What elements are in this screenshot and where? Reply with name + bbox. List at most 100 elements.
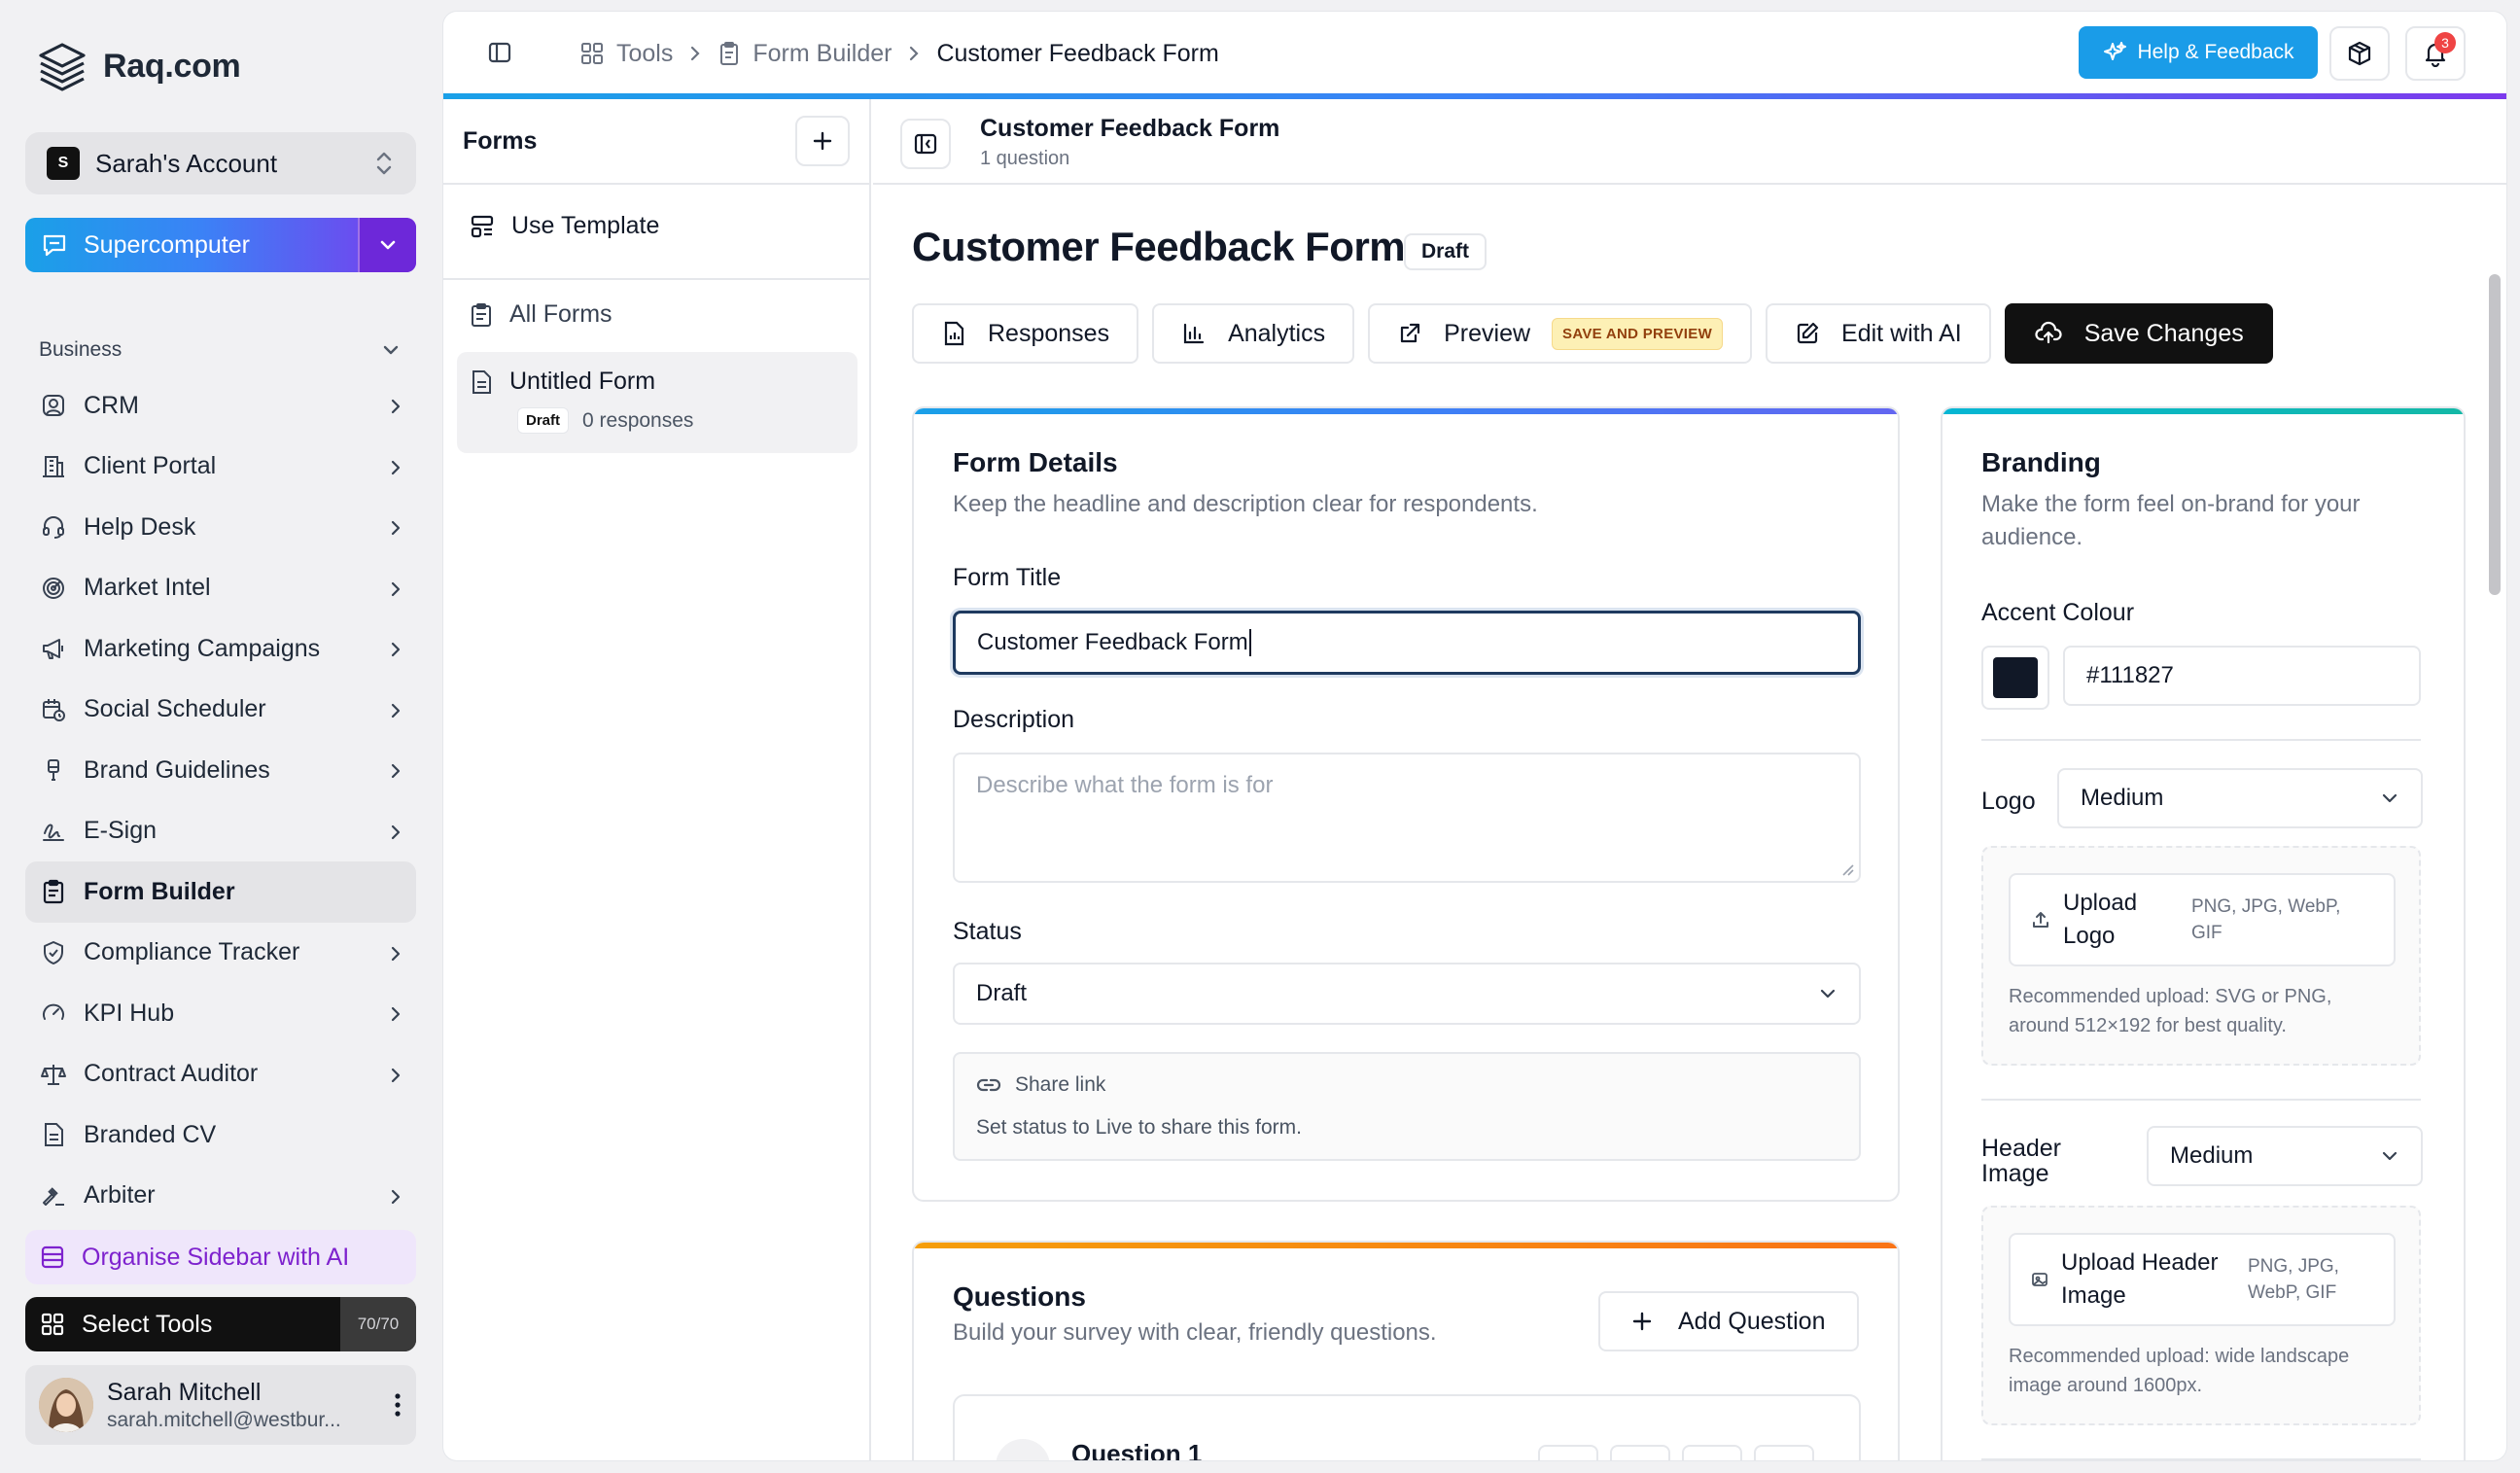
chevron-right-icon[interactable] bbox=[389, 759, 402, 781]
calendar-clock-icon bbox=[39, 695, 68, 724]
logo-label: Logo bbox=[1981, 788, 2036, 815]
use-template-button[interactable]: Use Template bbox=[457, 212, 858, 240]
sidebar-item-help-desk[interactable]: Help Desk bbox=[25, 497, 416, 558]
edit-with-ai-button[interactable]: Edit with AI bbox=[1766, 303, 1991, 364]
divider bbox=[1981, 1458, 2421, 1460]
chevron-right-icon[interactable] bbox=[389, 1064, 402, 1085]
header-size-select[interactable]: Medium bbox=[2147, 1126, 2423, 1186]
external-link-icon bbox=[1397, 321, 1422, 346]
description-label: Description bbox=[953, 706, 1075, 733]
user-card[interactable]: Sarah Mitchell sarah.mitchell@westbur... bbox=[25, 1365, 416, 1445]
chevron-right-icon[interactable] bbox=[389, 395, 402, 416]
list-icon bbox=[39, 1244, 66, 1271]
sidebar-item-contract-auditor[interactable]: Contract Auditor bbox=[25, 1044, 416, 1105]
chevron-right-icon[interactable] bbox=[389, 821, 402, 842]
question-number-badge bbox=[996, 1439, 1050, 1460]
question-action-button[interactable] bbox=[1538, 1445, 1598, 1460]
account-name: Sarah's Account bbox=[95, 148, 278, 178]
cloud-upload-icon bbox=[2034, 321, 2063, 346]
building-icon bbox=[39, 452, 68, 481]
organise-sidebar-button[interactable]: Organise Sidebar with AI bbox=[25, 1230, 416, 1284]
scrollbar[interactable] bbox=[2489, 274, 2501, 595]
link-icon bbox=[976, 1074, 1001, 1096]
question-action-button[interactable] bbox=[1610, 1445, 1670, 1460]
account-switcher[interactable]: S Sarah's Account bbox=[25, 132, 416, 194]
main-panel: Tools Form Builder Customer Feedback For… bbox=[443, 12, 2506, 1460]
sidebar-item-form-builder[interactable]: Form Builder bbox=[25, 861, 416, 923]
chevron-right-icon[interactable] bbox=[389, 1002, 402, 1024]
sidebar-item-brand-guidelines[interactable]: Brand Guidelines bbox=[25, 740, 416, 801]
description-textarea[interactable]: Describe what the form is for bbox=[953, 753, 1861, 883]
form-list-item[interactable]: Untitled Form Draft 0 responses bbox=[457, 352, 858, 453]
help-label: Help & Feedback bbox=[2137, 41, 2294, 63]
app-logo[interactable]: Raq.com bbox=[35, 39, 241, 93]
sidebar-item-label: Branded CV bbox=[84, 1120, 217, 1148]
upload-header-button[interactable]: Upload Header Image PNG, JPG, WebP, GIF bbox=[2009, 1233, 2396, 1326]
help-feedback-button[interactable]: Help & Feedback bbox=[2079, 26, 2318, 79]
form-item-responses: 0 responses bbox=[582, 408, 694, 432]
supercomputer-button[interactable]: Supercomputer bbox=[25, 218, 416, 272]
chevron-right-icon[interactable] bbox=[389, 1185, 402, 1207]
divider bbox=[1981, 1099, 2421, 1101]
accent-colour-input[interactable]: #111827 bbox=[2063, 646, 2421, 706]
sidebar-toggle-icon[interactable] bbox=[486, 39, 513, 66]
save-changes-button[interactable]: Save Changes bbox=[2004, 303, 2273, 364]
preview-button[interactable]: Preview SAVE AND PREVIEW bbox=[1368, 303, 1753, 364]
colour-swatch[interactable] bbox=[1981, 646, 2049, 710]
sidebar-item-client-portal[interactable]: Client Portal bbox=[25, 437, 416, 498]
responses-button[interactable]: Responses bbox=[912, 303, 1139, 364]
chevron-right-icon[interactable] bbox=[389, 456, 402, 477]
upload-header-label: Upload Header Image bbox=[2061, 1249, 2219, 1309]
upload-logo-button[interactable]: Upload Logo PNG, JPG, WebP, GIF bbox=[2009, 873, 2396, 966]
logo-size-select[interactable]: Medium bbox=[2057, 768, 2423, 828]
sidebar-item-arbiter[interactable]: Arbiter bbox=[25, 1166, 416, 1227]
sidebar-item-label: Market Intel bbox=[84, 574, 211, 602]
collapse-panel-button[interactable] bbox=[900, 119, 951, 169]
all-forms-link[interactable]: All Forms bbox=[457, 300, 858, 329]
form-editor: Customer Feedback Form 1 question Custom… bbox=[873, 99, 2506, 1460]
sidebar-item-e-sign[interactable]: E-Sign bbox=[25, 801, 416, 862]
radar-icon bbox=[39, 574, 68, 603]
resize-handle-icon[interactable] bbox=[1841, 863, 1855, 877]
sidebar-item-kpi-hub[interactable]: KPI Hub bbox=[25, 983, 416, 1044]
chevron-right-icon[interactable] bbox=[389, 516, 402, 538]
notifications-button[interactable]: 3 bbox=[2405, 26, 2466, 81]
sidebar-item-compliance-tracker[interactable]: Compliance Tracker bbox=[25, 923, 416, 984]
supercomputer-main[interactable]: Supercomputer bbox=[25, 218, 358, 272]
chevron-right-icon[interactable] bbox=[389, 638, 402, 659]
crumb-label: Form Builder bbox=[752, 39, 892, 67]
package-button[interactable] bbox=[2329, 26, 2390, 81]
sidebar-item-branded-cv[interactable]: Branded CV bbox=[25, 1105, 416, 1166]
form-title-input[interactable]: Customer Feedback Form bbox=[953, 611, 1861, 675]
analytics-label: Analytics bbox=[1228, 319, 1326, 347]
sidebar-item-crm[interactable]: CRM bbox=[25, 375, 416, 437]
more-vertical-icon[interactable] bbox=[393, 1390, 402, 1420]
crumb-tools[interactable]: Tools bbox=[579, 40, 673, 68]
sidebar-item-market-intel[interactable]: Market Intel bbox=[25, 558, 416, 619]
section-business[interactable]: Business bbox=[39, 338, 401, 362]
sidebar-item-label: Form Builder bbox=[84, 877, 235, 905]
status-select[interactable]: Draft bbox=[953, 963, 1861, 1025]
clipboard-icon bbox=[39, 877, 68, 906]
crumb-current: Customer Feedback Form bbox=[936, 39, 1219, 67]
select-tools-button[interactable]: Select Tools 70/70 bbox=[25, 1297, 416, 1351]
chevron-right-icon[interactable] bbox=[389, 699, 402, 720]
card-title: Branding bbox=[1981, 447, 2101, 477]
add-question-button[interactable]: Add Question bbox=[1598, 1291, 1859, 1351]
question-count: 1 question bbox=[980, 148, 1070, 169]
question-card[interactable]: Question 1 bbox=[953, 1394, 1861, 1460]
question-action-button[interactable] bbox=[1682, 1445, 1742, 1460]
topbar: Tools Form Builder Customer Feedback For… bbox=[443, 12, 2506, 95]
editor-header-title: Customer Feedback Form bbox=[980, 115, 1280, 142]
supercomputer-dropdown[interactable] bbox=[358, 218, 416, 272]
add-question-label: Add Question bbox=[1678, 1307, 1826, 1335]
brush-icon bbox=[39, 755, 68, 785]
sidebar-item-marketing-campaigns[interactable]: Marketing Campaigns bbox=[25, 618, 416, 680]
chevron-right-icon[interactable] bbox=[389, 942, 402, 964]
analytics-button[interactable]: Analytics bbox=[1152, 303, 1355, 364]
sidebar-item-social-scheduler[interactable]: Social Scheduler bbox=[25, 680, 416, 741]
question-action-button[interactable] bbox=[1754, 1445, 1814, 1460]
chevron-right-icon[interactable] bbox=[389, 578, 402, 599]
new-form-button[interactable] bbox=[795, 116, 850, 166]
crumb-form-builder[interactable]: Form Builder bbox=[718, 40, 892, 68]
